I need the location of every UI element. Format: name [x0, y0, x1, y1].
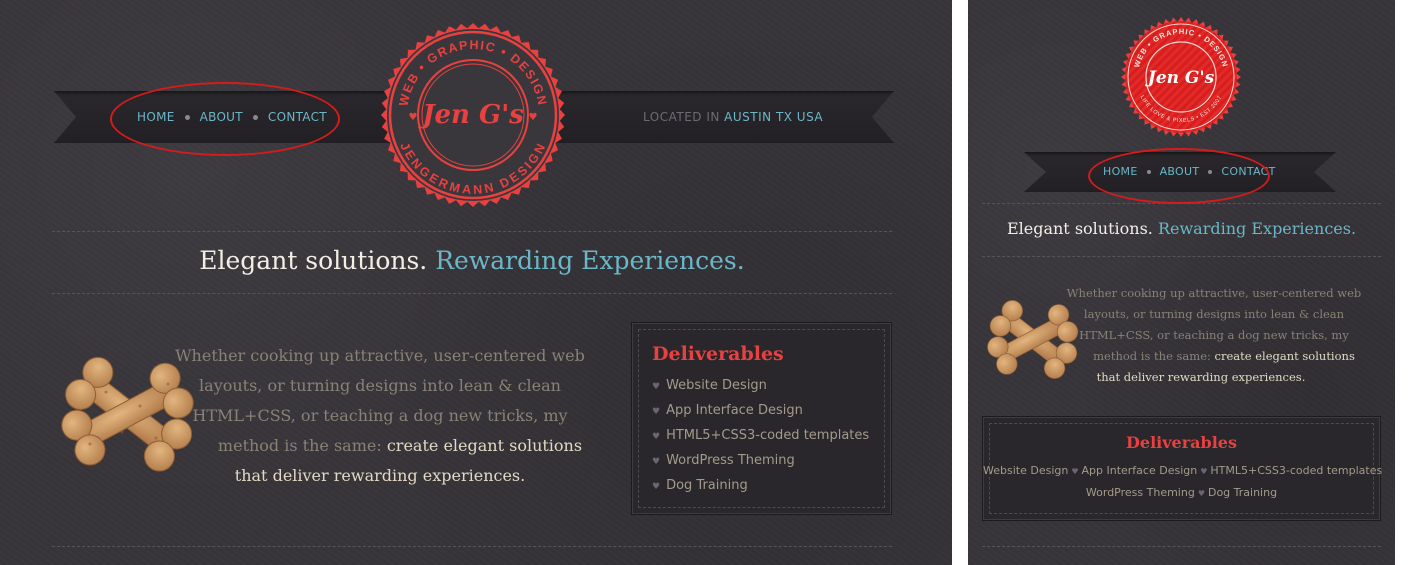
nav-highlight-annotation — [1088, 148, 1270, 204]
deliverables-row: Website Design ♥ App Interface Design ♥ HTML… — [983, 464, 1383, 477]
list-item-label: HTML5+CSS3-coded templates — [1210, 464, 1383, 477]
logo-name: Jen G's — [1145, 68, 1215, 88]
intro-line: method is the same: create elegant solut… — [200, 431, 600, 461]
intro-strong: that deliver rewarding experiences. — [234, 466, 526, 485]
list-item-label: App Interface Design — [1081, 464, 1198, 477]
heart-icon: ♥ — [529, 112, 538, 123]
list-item: ♥ WordPress Theming — [652, 448, 869, 473]
list-item: ♥ App Interface Design — [652, 398, 869, 423]
deliverables-list: ♥ Website Design ♥ App Interface Design ♥ H… — [652, 373, 869, 498]
list-item-label: Dog Training — [1207, 486, 1278, 499]
jen-g-logo[interactable]: WEB • GRAPHIC • DESIGN JENGERMANN DESIGN… — [380, 22, 566, 208]
divider — [52, 231, 892, 232]
intro-line: layouts, or turning designs into lean & … — [199, 376, 561, 395]
tagline: Elegant solutions. Rewarding Experiences… — [52, 246, 892, 275]
intro-line: Whether cooking up attractive, user-cent… — [1066, 286, 1362, 300]
location-prefix: LOCATED IN — [643, 110, 720, 124]
intro-paragraph: Whether cooking up attractive, user-cent… — [1064, 283, 1364, 388]
intro-line: that deliver rewarding experiences. — [160, 461, 600, 491]
list-item-label: App Interface Design — [666, 403, 803, 418]
heart-icon: ♥ — [1200, 467, 1208, 476]
heart-icon: ♥ — [652, 457, 661, 467]
heart-icon: ♥ — [652, 432, 661, 442]
list-item: ♥ HTML5+CSS3-coded templates — [652, 423, 869, 448]
list-item-label: WordPress Theming — [666, 453, 795, 468]
list-item: ♥ Dog Training — [652, 473, 869, 498]
list-item-label: Website Design — [666, 378, 767, 393]
divider — [982, 256, 1381, 257]
intro-line: HTML+CSS, or teaching a dog new tricks, … — [1079, 328, 1349, 342]
deliverables-box: Deliverables ♥ Website Design ♥ App Interf… — [632, 323, 891, 514]
list-item-label: Dog Training — [666, 478, 748, 493]
intro-plain: method is the same: — [217, 436, 382, 455]
location-city: AUSTIN TX USA — [724, 110, 824, 124]
list-item-label: HTML5+CSS3-coded templates — [666, 428, 870, 443]
intro-line: method is the same: create elegant solut… — [1084, 346, 1364, 367]
intro-strong: create elegant solutions — [1214, 349, 1355, 363]
deliverables-title: Deliverables — [652, 343, 784, 365]
list-item: ♥ Website Design — [652, 373, 869, 398]
intro-line: layouts, or turning designs into lean & … — [1083, 307, 1345, 321]
heart-icon: ♥ — [1197, 489, 1205, 498]
divider — [982, 546, 1381, 547]
intro-line: HTML+CSS, or teaching a dog new tricks, … — [192, 406, 568, 425]
tagline-plain: Elegant solutions. — [1006, 219, 1153, 238]
tagline: Elegant solutions. Rewarding Experiences… — [982, 219, 1381, 238]
list-item-label: Website Design — [983, 464, 1069, 477]
jen-g-logo[interactable]: WEB • GRAPHIC • DESIGN LIFE LOVE & PIXEL… — [1120, 16, 1242, 138]
intro-strong: that deliver rewarding experiences. — [1096, 370, 1306, 384]
nav-highlight-annotation — [110, 82, 340, 156]
tagline-accent: Rewarding Experiences. — [1157, 219, 1357, 238]
heart-icon: ♥ — [652, 382, 661, 392]
tagline-plain: Elegant solutions. — [199, 246, 428, 275]
intro-paragraph: Whether cooking up attractive, user-cent… — [175, 341, 600, 491]
heart-icon: ♥ — [409, 112, 418, 123]
logo-name: Jen G's — [417, 100, 524, 130]
divider — [52, 546, 892, 547]
divider — [52, 293, 892, 294]
intro-plain: method is the same: — [1093, 349, 1211, 363]
deliverables-title: Deliverables — [1126, 433, 1237, 452]
heart-icon: ♥ — [652, 407, 661, 417]
list-item-label: WordPress Theming — [1085, 486, 1195, 499]
deliverables-row: WordPress Theming ♥ Dog Training — [983, 486, 1380, 499]
deliverables-box: Deliverables Website Design ♥ App Interfac… — [983, 417, 1383, 520]
heart-icon: ♥ — [652, 482, 661, 492]
location-text: LOCATED IN AUSTIN TX USA — [643, 110, 823, 124]
intro-line: that deliver rewarding experiences. — [1038, 367, 1364, 388]
heart-icon: ♥ — [1071, 467, 1079, 476]
intro-strong: create elegant solutions — [386, 436, 583, 455]
tagline-accent: Rewarding Experiences. — [435, 246, 745, 275]
divider — [982, 203, 1381, 204]
intro-line: Whether cooking up attractive, user-cent… — [175, 346, 585, 365]
desktop-view: HOME ABOUT CONTACT LOCATED IN AUSTIN TX … — [0, 0, 952, 565]
mobile-view: WEB • GRAPHIC • DESIGN LIFE LOVE & PIXEL… — [968, 0, 1395, 565]
